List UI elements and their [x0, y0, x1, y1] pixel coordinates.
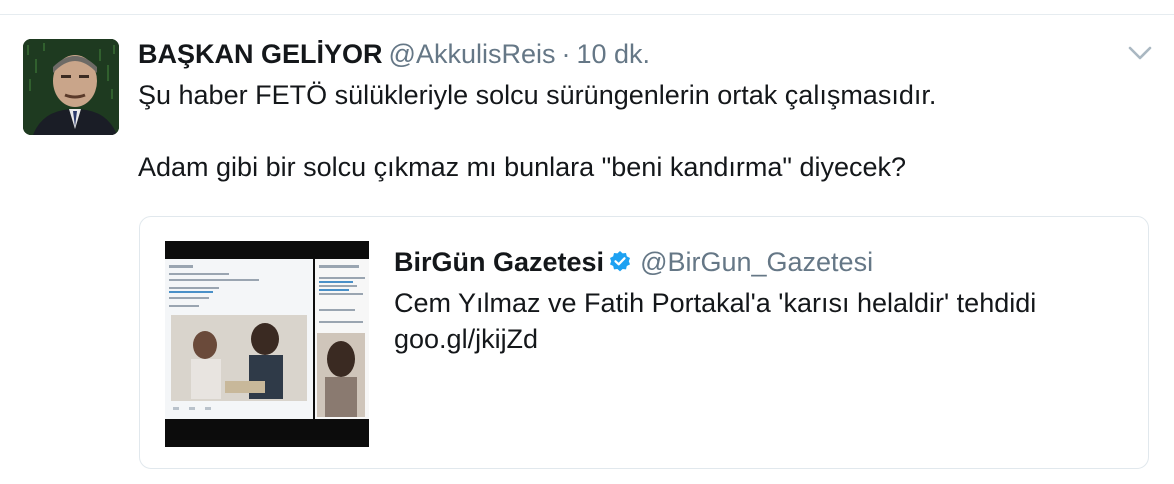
quoted-user-handle[interactable]: @BirGun_Gazetesi	[640, 247, 873, 277]
quoted-tweet-card[interactable]: BirGün Gazetesi @BirGun_Gazetesi Cem Yılm…	[139, 216, 1149, 469]
avatar[interactable]	[23, 39, 119, 135]
chevron-down-icon[interactable]	[1124, 37, 1156, 69]
quoted-display-name[interactable]: BirGün Gazetesi	[394, 247, 604, 277]
tweet-text: Şu haber FETÖ sülükleriyle solcu sürünge…	[138, 80, 937, 182]
tweet[interactable]: BAŞKAN GELİYOR @AkkulisReis · 10 dk. Şu hab…	[0, 15, 1174, 484]
quoted-tweet-author: BirGün Gazetesi @BirGun_Gazetesi	[394, 245, 873, 282]
quoted-tweet-text: Cem Yılmaz ve Fatih Portakal'a 'karısı h…	[394, 288, 1037, 354]
user-handle[interactable]: @AkkulisReis	[389, 39, 556, 69]
separator-dot: ·	[561, 39, 571, 69]
quoted-tweet-image[interactable]	[165, 241, 369, 447]
display-name[interactable]: BAŞKAN GELİYOR	[138, 39, 383, 69]
timestamp[interactable]: 10 dk.	[576, 39, 650, 69]
verified-badge-icon	[608, 248, 632, 282]
tweet-header: BAŞKAN GELİYOR @AkkulisReis · 10 dk.	[138, 37, 650, 71]
